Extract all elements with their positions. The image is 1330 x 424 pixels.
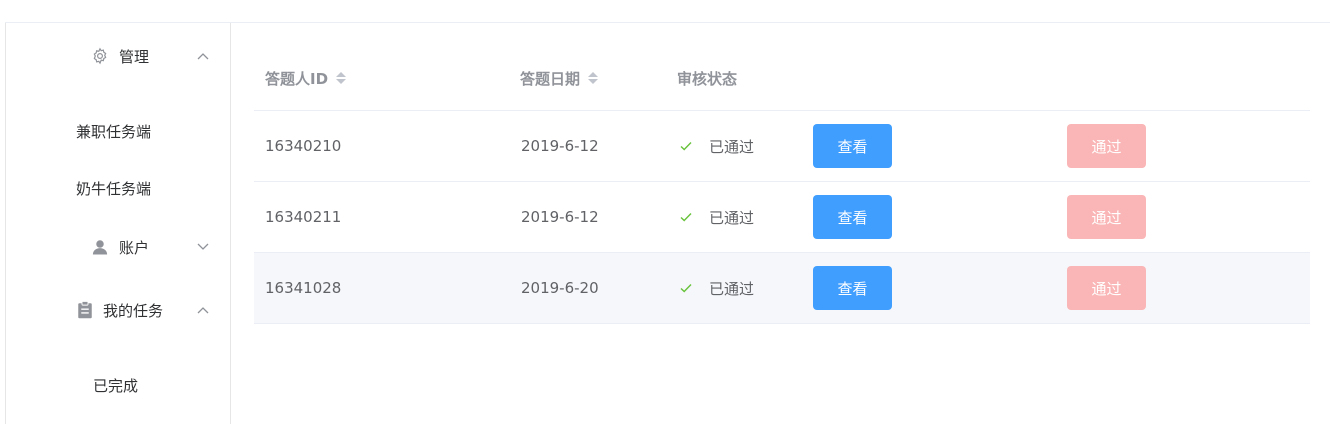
- view-button[interactable]: 查看: [813, 195, 892, 239]
- menu-item-part-time-tasks[interactable]: 兼职任务端: [6, 111, 230, 151]
- check-icon: [679, 139, 693, 153]
- submenu-account[interactable]: 账户: [6, 227, 230, 267]
- page-frame: 管理 兼职任务端 奶牛任务端 账户 我的任务 已完成 答题人ID 答题日期 审核…: [5, 22, 1330, 424]
- column-header-review-status: 审核状态: [677, 45, 737, 111]
- table-row: 16341028 2019-6-20 已通过 查看 通过: [254, 253, 1310, 324]
- user-icon: [91, 238, 109, 256]
- column-header-label: 审核状态: [677, 69, 738, 88]
- chevron-up-icon: [196, 303, 210, 317]
- approve-button[interactable]: 通过: [1067, 195, 1146, 239]
- column-header-answer-date[interactable]: 答题日期: [520, 45, 599, 111]
- approve-button[interactable]: 通过: [1067, 266, 1146, 310]
- sidebar: 管理 兼职任务端 奶牛任务端 账户 我的任务 已完成: [5, 23, 231, 424]
- status-text: 已通过: [709, 137, 755, 156]
- cell-review-status: 已通过: [679, 253, 754, 323]
- submenu-my-tasks-label: 我的任务: [103, 301, 164, 320]
- sort-caret-icon[interactable]: [588, 72, 599, 84]
- status-text: 已通过: [709, 279, 755, 298]
- cell-answer-date: 2019-6-12: [521, 208, 599, 226]
- view-button[interactable]: 查看: [813, 124, 892, 168]
- submenu-my-tasks[interactable]: 我的任务: [6, 290, 230, 330]
- chevron-down-icon: [196, 240, 210, 254]
- table-row: 16340210 2019-6-12 已通过 查看 通过: [254, 111, 1310, 182]
- cell-answer-date: 2019-6-12: [521, 137, 599, 155]
- menu-item-cow-tasks[interactable]: 奶牛任务端: [6, 168, 230, 208]
- menu-item-completed[interactable]: 已完成: [6, 365, 230, 405]
- column-header-answerer-id[interactable]: 答题人ID: [265, 45, 347, 111]
- gear-icon: [91, 47, 109, 65]
- column-header-label: 答题日期: [520, 69, 581, 88]
- table-header: 答题人ID 答题日期 审核状态: [254, 45, 1310, 111]
- menu-item-label: 奶牛任务端: [76, 179, 152, 198]
- table-row: 16340211 2019-6-12 已通过 查看 通过: [254, 182, 1310, 253]
- submenu-management[interactable]: 管理: [6, 36, 230, 76]
- submenu-management-label: 管理: [119, 47, 150, 66]
- review-table: 答题人ID 答题日期 审核状态 16340210 2019-6-12 已通过 查…: [254, 45, 1310, 324]
- check-icon: [679, 281, 693, 295]
- submenu-account-label: 账户: [119, 238, 150, 257]
- chevron-up-icon: [196, 49, 210, 63]
- cell-answerer-id: 16340211: [265, 208, 342, 226]
- status-text: 已通过: [709, 208, 755, 227]
- view-button[interactable]: 查看: [813, 266, 892, 310]
- menu-item-label: 已完成: [93, 376, 139, 395]
- clipboard-icon: [76, 301, 94, 319]
- cell-answer-date: 2019-6-20: [521, 279, 599, 297]
- cell-answerer-id: 16341028: [265, 279, 342, 297]
- cell-review-status: 已通过: [679, 111, 754, 181]
- cell-review-status: 已通过: [679, 182, 754, 252]
- menu-item-label: 兼职任务端: [76, 122, 152, 141]
- check-icon: [679, 210, 693, 224]
- cell-answerer-id: 16340210: [265, 137, 342, 155]
- sort-caret-icon[interactable]: [336, 72, 347, 84]
- column-header-label: 答题人ID: [265, 69, 329, 88]
- approve-button[interactable]: 通过: [1067, 124, 1146, 168]
